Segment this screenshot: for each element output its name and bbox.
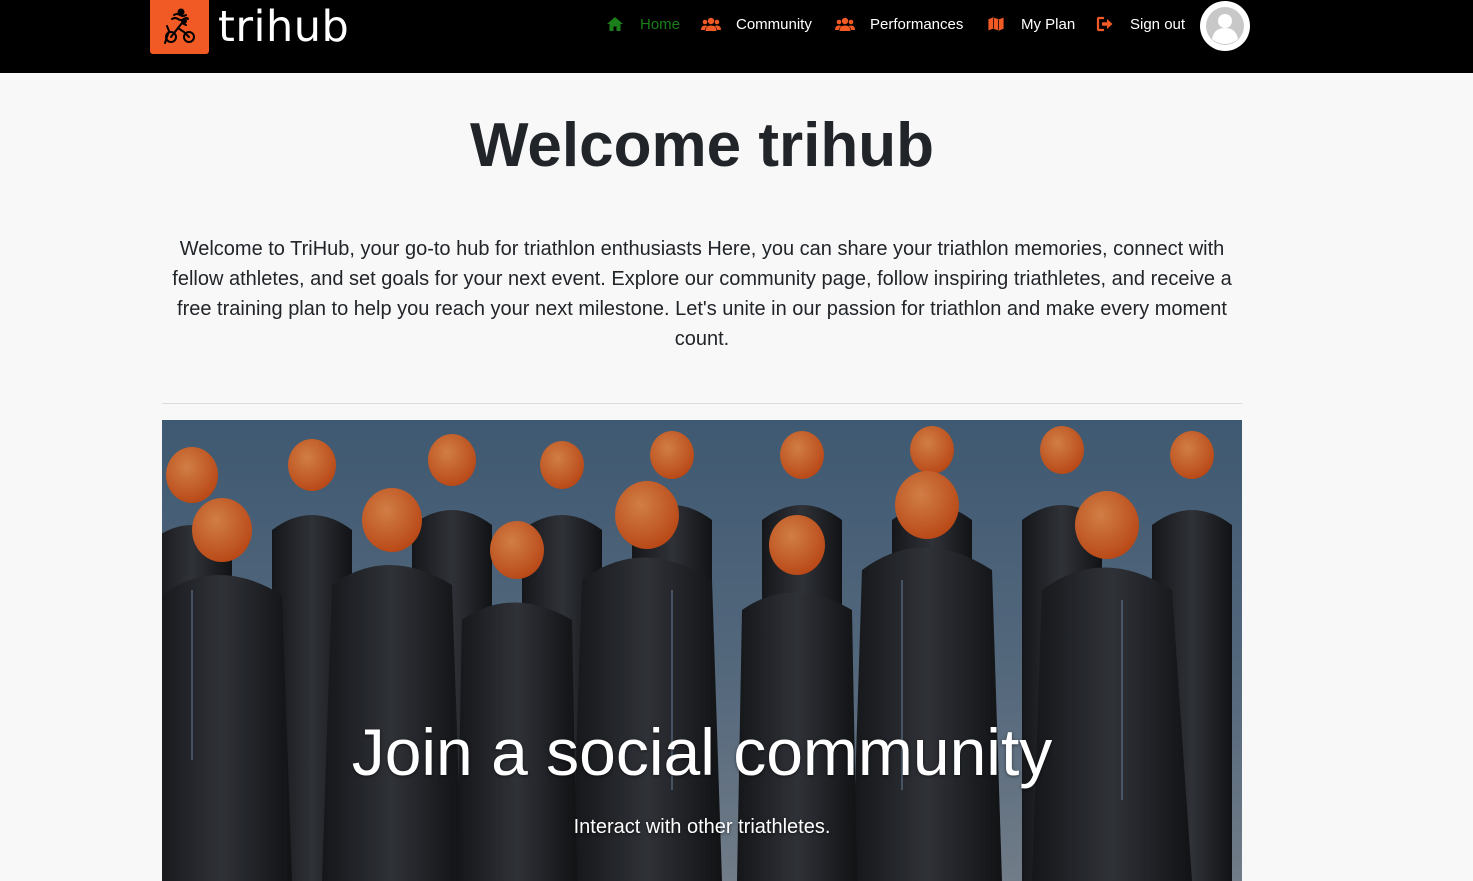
sign-out-icon xyxy=(1094,14,1116,34)
hero-subtitle: Interact with other triathletes. xyxy=(573,816,831,838)
home-icon xyxy=(604,14,626,34)
nav-community-label: Community xyxy=(736,15,812,33)
nav-community[interactable]: Community xyxy=(700,0,834,48)
divider xyxy=(162,403,1242,404)
hero-title: Join a social community xyxy=(351,715,1053,789)
hero-banner: Join a social community Interact with ot… xyxy=(162,420,1242,881)
nav-home[interactable]: Home xyxy=(604,0,700,48)
users-icon xyxy=(834,14,856,34)
nav-sign-out-label: Sign out xyxy=(1130,15,1186,33)
nav-sign-out[interactable]: Sign out xyxy=(1094,0,1185,48)
page-title: Welcome trihub xyxy=(470,111,934,180)
hero-caption: Join a social community Interact with ot… xyxy=(162,712,1242,840)
brand-name: trihub xyxy=(218,2,350,52)
nav-home-label: Home xyxy=(640,15,681,33)
users-icon xyxy=(700,14,722,34)
triathlon-logo-icon xyxy=(150,0,209,54)
top-navbar: trihub Home Community Performances My Pl… xyxy=(0,0,1473,73)
nav-my-plan-label: My Plan xyxy=(1021,15,1076,33)
intro-text: Welcome to TriHub, your go-to hub for tr… xyxy=(172,238,1232,350)
nav-performances-label: Performances xyxy=(870,15,964,33)
nav-performances[interactable]: Performances xyxy=(834,0,985,48)
nav-my-plan[interactable]: My Plan xyxy=(985,0,1094,48)
user-avatar-icon[interactable] xyxy=(1200,1,1250,51)
main-nav: Home Community Performances My Plan Sign… xyxy=(604,0,1185,48)
map-icon xyxy=(985,14,1007,34)
brand-link[interactable]: trihub xyxy=(150,0,349,54)
